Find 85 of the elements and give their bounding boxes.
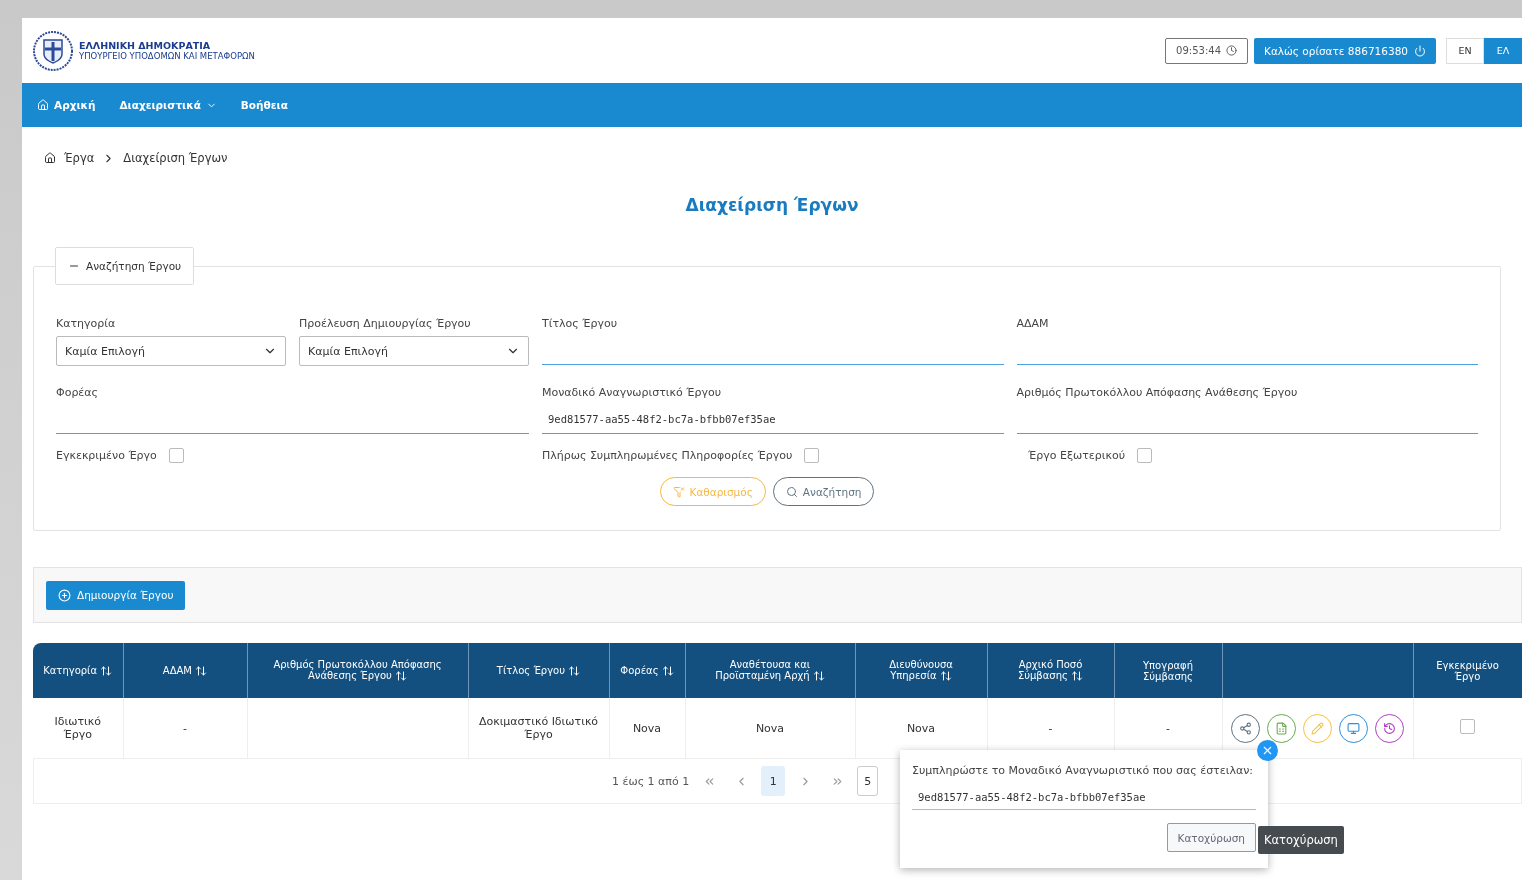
nav-item[interactable]: Αρχική [37,99,96,111]
sort-icon [812,670,825,682]
select-field[interactable]: Καμία Επιλογή [56,336,286,366]
org-name: ΕΛΛΗΝΙΚΗ ΔΗΜΟΚΡΑΤΙΑ [79,40,212,51]
checkbox-label: Πλήρως Συμπληρωμένες Πληροφορίες Έργου [542,449,793,462]
clock: 09:53:44 [1165,37,1248,64]
clock-icon [1226,45,1237,56]
field-label: Φορέας [56,386,100,399]
breadcrumb-item: Διαχείριση Έργων [123,151,228,165]
sort-icon [661,664,674,677]
breadcrumb-item[interactable]: Έργα [64,151,95,165]
share-button[interactable] [1231,713,1260,743]
sort-icon [939,670,952,682]
column-header[interactable]: Αναθέτουσα και Προϊσταμένη Αρχή [685,643,855,698]
table-cell: Nova [632,721,662,735]
history-icon [1383,721,1396,735]
field-label: Μοναδικό Αναγνωριστικό Έργου [542,386,723,399]
sort-icon [568,664,581,677]
input-field[interactable]: 9ed81577-aa55-48f2-bc7a-bfbb07ef35ae [542,405,1004,434]
excel-button[interactable] [1267,713,1296,743]
page-summary: 1 έως 1 από 1 [612,774,690,788]
user-button[interactable]: Καλώς ορίσατε 886716380 [1254,37,1436,64]
ministry-name: ΥΠΟΥΡΓΕΙΟ ΥΠΟΔΟΜΩΝ ΚΑΙ ΜΕΤΑΦΟΡΩΝ [79,51,255,61]
nav-item[interactable]: Διαχειριστικά [119,99,217,111]
table-cell: - [1048,721,1053,735]
column-header[interactable]: Διευθύνουσα Υπηρεσία [855,643,987,698]
monitor-icon [1347,721,1360,735]
checkbox-label: Εγκεκριμένο Έργο [56,449,157,462]
column-header: Υπογραφή Σύμβασης [1114,643,1222,698]
table-cell: Nova [755,721,785,735]
tooltip: Κατοχύρωση [1258,826,1344,854]
pencil-icon [1311,721,1324,735]
history-button[interactable] [1375,713,1404,743]
select-field[interactable]: Καμία Επιλογή [299,336,529,366]
table-cell: Δοκιμαστικό Ιδιωτικό Έργο [478,715,599,741]
table-cell: - [1166,721,1170,735]
column-header[interactable]: Αρχικό Ποσό Σύμβασης [987,643,1114,698]
share-icon [1239,721,1252,735]
sort-icon [1071,670,1084,682]
field-label: Προέλευση Δημιουργίας Έργου [299,317,472,330]
home-icon [37,99,49,111]
power-icon [1414,44,1426,57]
page-size-select[interactable]: 5 [857,766,879,796]
home-icon[interactable] [44,152,56,164]
search-icon [785,485,798,498]
table-cell: Ιδιωτικό Έργο [54,715,101,741]
table-cell: - [183,721,187,735]
sort-icon [100,664,113,677]
close-button[interactable] [1257,740,1278,761]
checkbox[interactable] [1460,719,1475,734]
checkbox[interactable] [1137,448,1153,463]
create-button[interactable]: Δημιουργία Έργου [46,580,186,610]
collapse-toggle[interactable]: Αναζήτηση Έργου [56,248,194,284]
save-button[interactable]: Κατοχύρωση [1166,823,1256,852]
field-label: ΑΔΑΜ [1016,317,1050,330]
input-field[interactable]: 9ed81577-aa55-48f2-bc7a-bfbb07ef35ae [912,785,1256,810]
page-title: Διαχείριση Έργων [684,195,860,215]
column-header[interactable]: ΑΔΑΜ [123,643,247,698]
field-label: Αριθμός Πρωτοκόλλου Απόφασης Ανάθεσης Έργου [1016,386,1299,399]
checkbox[interactable] [804,448,820,463]
language-button[interactable]: EN [1446,37,1484,64]
spreadsheet-icon [1275,721,1288,735]
field-label: Κατηγορία [56,317,117,330]
column-header: Εγκεκριμένο Έργο [1413,643,1522,698]
checkbox-label: Έργο Εξωτερικού [1028,449,1126,462]
column-header[interactable]: Φορέας [609,643,685,698]
column-header[interactable]: Αριθμός Πρωτοκόλλου Απόφασης Ανάθεσης Έργου [247,643,468,698]
column-header[interactable]: Κατηγορία [33,643,123,698]
table-cell: Nova [906,721,936,735]
checkbox[interactable] [168,448,184,463]
language-button[interactable]: ΕΛ [1484,37,1522,64]
edit-button[interactable] [1303,713,1332,743]
search-button[interactable]: Αναζήτηση [772,477,875,506]
page-button[interactable]: 1 [761,766,786,796]
popover-prompt: Συμπληρώστε το Μοναδικό Αναγνωριστικό που σας έστειλαν: [912,764,1254,777]
field-label: Τίτλος Έργου [542,317,619,330]
coat-of-arms-logo [32,29,74,72]
plus-icon [58,588,71,602]
monitor-button[interactable] [1339,713,1368,743]
sort-icon [395,670,408,682]
nav-item[interactable]: Βοήθεια [240,99,288,111]
column-header[interactable]: Τίτλος Έργου [468,643,609,698]
filter-clear-icon [672,485,685,498]
sort-icon [195,664,208,677]
close-icon [1261,744,1274,757]
